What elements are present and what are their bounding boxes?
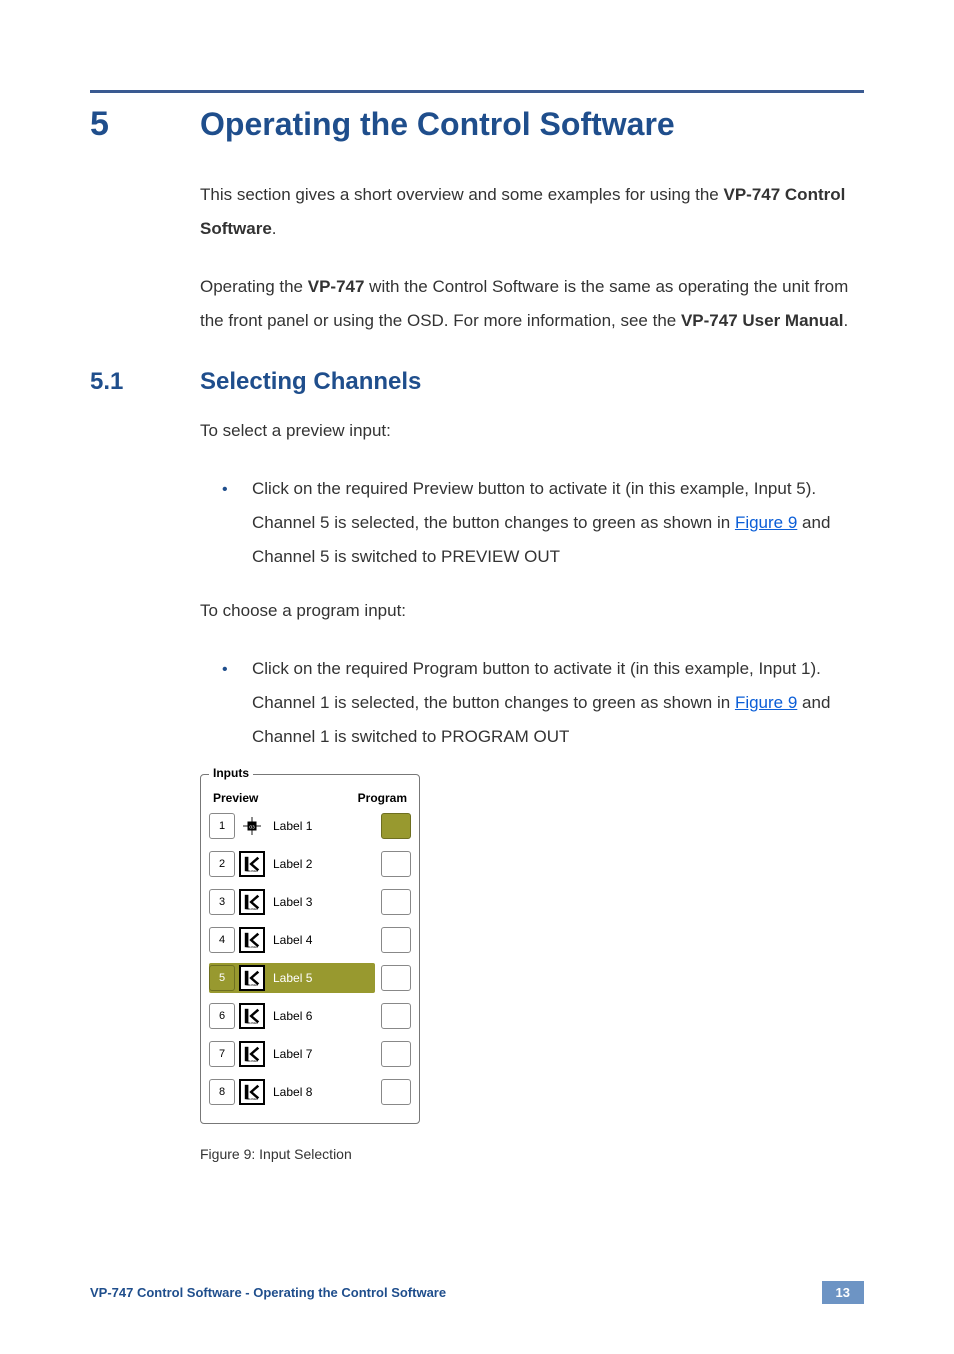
kramer-icon[interactable]: KRAMER — [239, 965, 265, 991]
input-row-preview-wrap: 3 KRAMER Label 3 — [209, 887, 375, 917]
kramer-icon[interactable]: KRAMER — [239, 1079, 265, 1105]
kramer-icon[interactable]: KRAMER — [239, 1003, 265, 1029]
preview-bullet: Click on the required Preview button to … — [222, 472, 864, 574]
para2-b1: VP-747 — [308, 277, 365, 296]
intro-text-2: . — [272, 219, 277, 238]
figure-caption: Figure 9: Input Selection — [200, 1146, 864, 1162]
preview-button[interactable]: 2 — [209, 851, 235, 877]
program-button[interactable] — [381, 851, 411, 877]
inputs-legend: Inputs — [209, 766, 253, 780]
input-label: Label 2 — [265, 857, 375, 871]
para2-t3: . — [843, 311, 848, 330]
figure-9-link[interactable]: Figure 9 — [735, 513, 797, 532]
intro-text-1: This section gives a short overview and … — [200, 185, 723, 204]
input-row-preview-wrap: 6 KRAMER Label 6 — [209, 1001, 375, 1031]
input-label: Label 4 — [265, 933, 375, 947]
input-row: 3 KRAMER Label 3 — [209, 887, 411, 917]
input-row-preview-wrap: 1 oз Label 1 — [209, 811, 375, 841]
chip-icon[interactable]: oз — [239, 813, 265, 839]
kramer-icon[interactable]: KRAMER — [239, 927, 265, 953]
preview-button[interactable]: 6 — [209, 1003, 235, 1029]
preview-button[interactable]: 1 — [209, 813, 235, 839]
input-row-preview-wrap: 2 KRAMER Label 2 — [209, 849, 375, 879]
svg-text:KRAMER: KRAMER — [247, 983, 259, 987]
subsection-title: Selecting Channels — [200, 368, 421, 396]
section-title: Operating the Control Software — [200, 106, 675, 143]
input-label: Label 7 — [265, 1047, 375, 1061]
bullet1-t1: Click on the required Preview button to … — [252, 479, 816, 532]
program-bullet: Click on the required Program button to … — [222, 652, 864, 754]
preview-header: Preview — [213, 791, 258, 805]
program-button[interactable] — [381, 927, 411, 953]
subsection-number: 5.1 — [90, 368, 160, 396]
input-row-preview-wrap: 4 KRAMER Label 4 — [209, 925, 375, 955]
input-row: 8 KRAMER Label 8 — [209, 1077, 411, 1107]
input-row: 6 KRAMER Label 6 — [209, 1001, 411, 1031]
svg-text:KRAMER: KRAMER — [247, 869, 259, 873]
program-button[interactable] — [381, 1003, 411, 1029]
subsection-heading: 5.1 Selecting Channels — [90, 368, 864, 396]
section-heading: 5 Operating the Control Software — [90, 90, 864, 144]
preview-button[interactable]: 5 — [209, 965, 235, 991]
figure-9-link-2[interactable]: Figure 9 — [735, 693, 797, 712]
input-label: Label 3 — [265, 895, 375, 909]
svg-text:KRAMER: KRAMER — [247, 1059, 259, 1063]
intro-paragraph: This section gives a short overview and … — [200, 178, 864, 246]
preview-button[interactable]: 4 — [209, 927, 235, 953]
input-row: 4 KRAMER Label 4 — [209, 925, 411, 955]
input-label: Label 6 — [265, 1009, 375, 1023]
program-intro: To choose a program input: — [200, 594, 864, 628]
svg-text:oз: oз — [249, 825, 255, 831]
input-row-preview-wrap: 7 KRAMER Label 7 — [209, 1039, 375, 1069]
input-row: 1 oз Label 1 — [209, 811, 411, 841]
footer-title: VP-747 Control Software - Operating the … — [90, 1285, 446, 1300]
input-label: Label 5 — [265, 971, 375, 985]
program-button[interactable] — [381, 965, 411, 991]
program-button[interactable] — [381, 1041, 411, 1067]
svg-text:KRAMER: KRAMER — [247, 945, 259, 949]
page-footer: VP-747 Control Software - Operating the … — [90, 1281, 864, 1304]
preview-button[interactable]: 8 — [209, 1079, 235, 1105]
section-number: 5 — [90, 105, 160, 144]
preview-intro: To select a preview input: — [200, 414, 864, 448]
svg-text:KRAMER: KRAMER — [247, 1097, 259, 1101]
operating-paragraph: Operating the VP-747 with the Control So… — [200, 270, 864, 338]
kramer-icon[interactable]: KRAMER — [239, 1041, 265, 1067]
preview-button[interactable]: 7 — [209, 1041, 235, 1067]
program-header: Program — [358, 791, 407, 805]
input-row: 7 KRAMER Label 7 — [209, 1039, 411, 1069]
para2-b2: VP-747 User Manual — [681, 311, 844, 330]
program-button[interactable] — [381, 889, 411, 915]
para2-t1: Operating the — [200, 277, 308, 296]
program-button[interactable] — [381, 1079, 411, 1105]
input-label: Label 1 — [265, 819, 375, 833]
input-row: 2 KRAMER Label 2 — [209, 849, 411, 879]
svg-text:KRAMER: KRAMER — [247, 1021, 259, 1025]
page-number: 13 — [822, 1281, 864, 1304]
svg-text:KRAMER: KRAMER — [247, 907, 259, 911]
kramer-icon[interactable]: KRAMER — [239, 851, 265, 877]
input-row-preview-wrap: 5 KRAMER Label 5 — [209, 963, 375, 993]
input-row: 5 KRAMER Label 5 — [209, 963, 411, 993]
kramer-icon[interactable]: KRAMER — [239, 889, 265, 915]
program-button[interactable] — [381, 813, 411, 839]
preview-button[interactable]: 3 — [209, 889, 235, 915]
input-row-preview-wrap: 8 KRAMER Label 8 — [209, 1077, 375, 1107]
inputs-panel: Inputs Preview Program 1oзLabel 12KRAMER… — [200, 774, 420, 1124]
input-label: Label 8 — [265, 1085, 375, 1099]
